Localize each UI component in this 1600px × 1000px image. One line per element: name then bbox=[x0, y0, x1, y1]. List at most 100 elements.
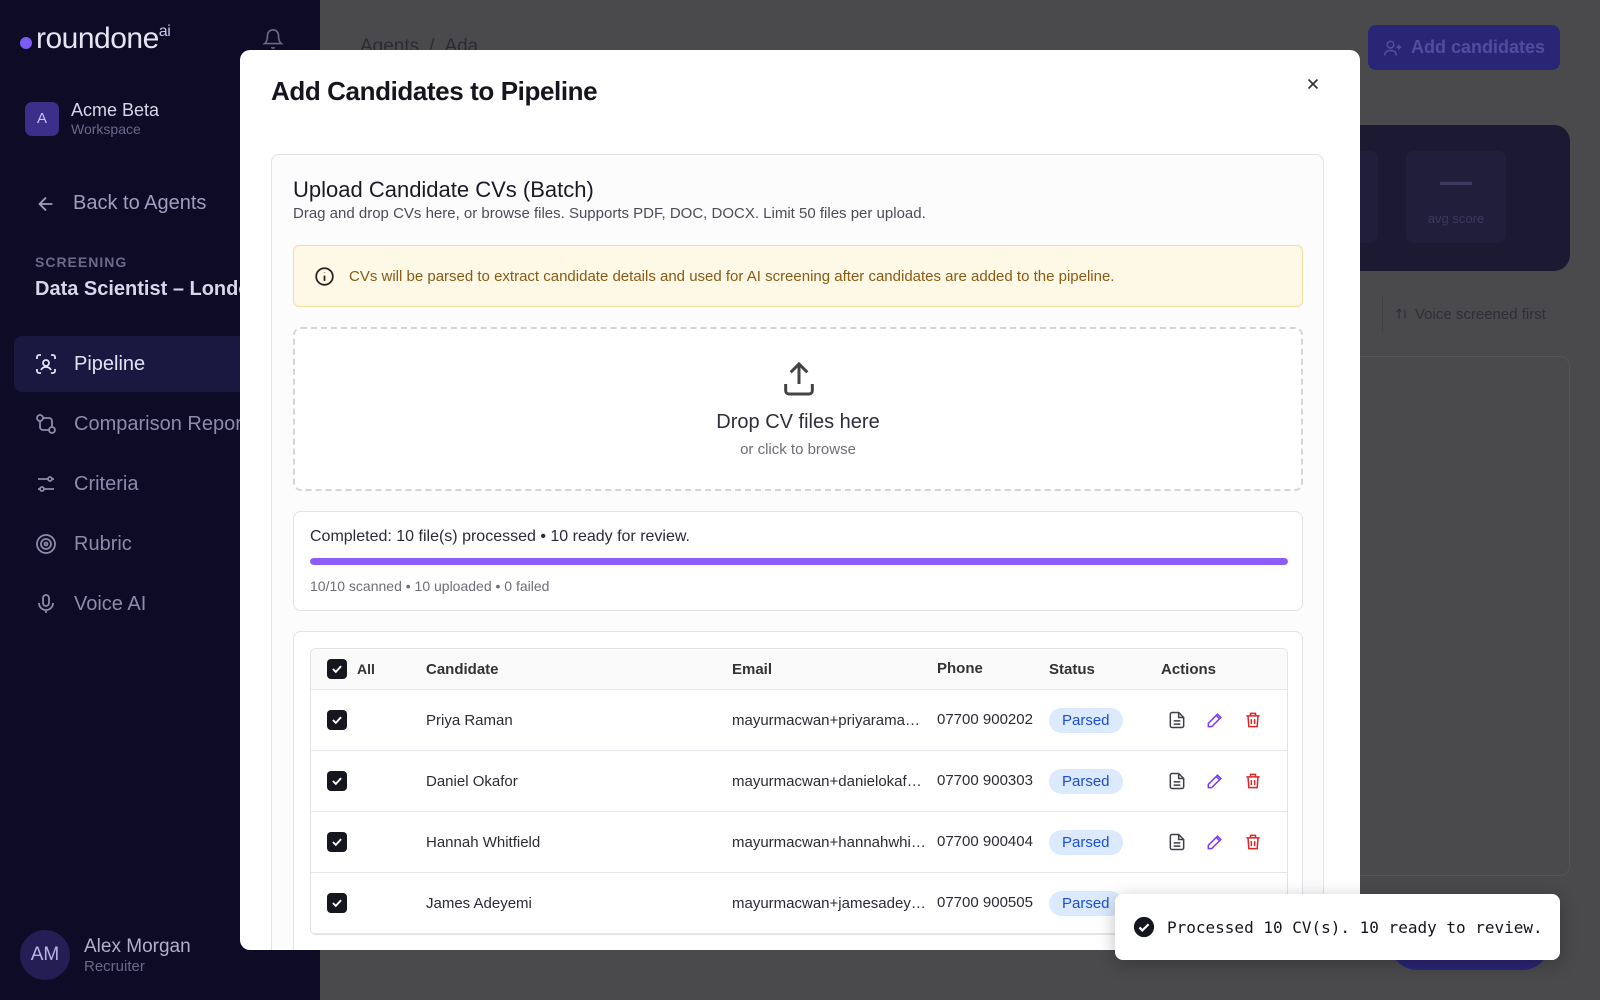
delete-trash-icon[interactable] bbox=[1243, 771, 1263, 791]
add-candidates-label: Add candidates bbox=[1410, 37, 1546, 57]
user-plus-icon bbox=[1383, 40, 1402, 56]
candidate-name: Hannah Whitfield bbox=[426, 833, 541, 851]
status-cell: Parsed bbox=[1049, 707, 1161, 733]
edit-pencil-icon[interactable] bbox=[1205, 710, 1225, 730]
progress-bar-fill bbox=[310, 558, 1288, 565]
microphone-icon bbox=[38, 594, 54, 613]
back-label: Back to Agents bbox=[73, 192, 207, 214]
target-icon bbox=[36, 534, 56, 554]
upload-progress: Completed: 10 file(s) processed • 10 rea… bbox=[293, 511, 1303, 611]
status-badge: Parsed bbox=[1049, 707, 1123, 733]
toast-message: Processed 10 CV(s). 10 ready to review. bbox=[1167, 917, 1543, 937]
select-all-label: All bbox=[357, 661, 375, 677]
user-menu[interactable]: AM Alex Morgan Recruiter bbox=[20, 930, 191, 980]
delete-trash-icon[interactable] bbox=[1243, 710, 1263, 730]
row-checkbox[interactable] bbox=[327, 771, 347, 791]
candidate-name: James Adeyemi bbox=[426, 894, 532, 912]
check-icon bbox=[332, 716, 342, 725]
header-status: Status bbox=[1049, 660, 1095, 678]
table-row: Daniel Okafor mayurmacwan+danielokafor@e… bbox=[311, 751, 1287, 812]
status-cell: Parsed bbox=[1049, 829, 1161, 855]
sidebar-item-label: Criteria bbox=[74, 472, 139, 495]
section-title: Data Scientist – London I bbox=[35, 278, 274, 300]
workspace-name: Acme Beta bbox=[71, 100, 160, 120]
row-select-cell bbox=[311, 832, 426, 852]
view-cv-icon[interactable] bbox=[1167, 832, 1187, 852]
upload-title: Upload Candidate CVs (Batch) bbox=[293, 177, 594, 202]
stat-label: avg score bbox=[1427, 211, 1485, 226]
add-candidates-modal: Add Candidates to Pipeline Upload Candid… bbox=[240, 50, 1360, 950]
upload-panel: Upload Candidate CVs (Batch) Drag and dr… bbox=[271, 154, 1324, 950]
workspace-sub: Workspace bbox=[71, 121, 141, 137]
row-actions bbox=[1161, 710, 1287, 730]
header-actions: Actions bbox=[1161, 660, 1217, 678]
header-email: Email bbox=[732, 660, 773, 678]
sort-dropdown[interactable]: Voice screened first bbox=[1382, 296, 1558, 332]
sort-label: Voice screened first bbox=[1415, 305, 1546, 323]
header-phone: Phone bbox=[937, 660, 983, 677]
logo-dot bbox=[20, 37, 32, 49]
parse-notice: CVs will be parsed to extract candidate … bbox=[293, 245, 1303, 307]
back-to-agents-link[interactable]: Back to Agents bbox=[35, 192, 206, 215]
row-checkbox[interactable] bbox=[327, 832, 347, 852]
candidate-email: mayurmacwan+hannahwhitfield@example.com bbox=[732, 833, 937, 851]
stat-avg-score: — avg score bbox=[1406, 151, 1506, 243]
row-checkbox[interactable] bbox=[327, 893, 347, 913]
delete-trash-icon[interactable] bbox=[1243, 832, 1263, 852]
edit-pencil-icon[interactable] bbox=[1205, 832, 1225, 852]
row-checkbox[interactable] bbox=[327, 710, 347, 730]
view-cv-icon[interactable] bbox=[1167, 771, 1187, 791]
cv-dropzone[interactable]: Drop CV files here or click to browse bbox=[293, 327, 1303, 491]
header-candidate: Candidate bbox=[426, 660, 499, 678]
arrow-left-icon bbox=[38, 196, 53, 211]
workspace-switcher[interactable]: A Acme Beta Workspace bbox=[25, 100, 159, 137]
candidate-phone: 07700 900404 bbox=[937, 833, 1033, 850]
stats-panel: 0 best fit — avg score bbox=[1278, 125, 1570, 271]
dropzone-browse-link[interactable]: or click to browse bbox=[295, 441, 1301, 458]
user-name: Alex Morgan bbox=[84, 935, 191, 957]
roundone-logo[interactable]: round one ai bbox=[20, 22, 171, 56]
select-all-cell: All bbox=[311, 659, 426, 679]
view-cv-icon[interactable] bbox=[1167, 710, 1187, 730]
row-select-cell bbox=[311, 771, 426, 791]
scan-icon bbox=[36, 354, 56, 374]
candidate-phone: 07700 900505 bbox=[937, 894, 1033, 911]
check-icon bbox=[332, 665, 342, 674]
section-tag: SCREENING bbox=[35, 254, 128, 270]
sidebar-item-label: Comparison Report bbox=[74, 412, 248, 435]
notice-text: CVs will be parsed to extract candidate … bbox=[349, 267, 1115, 285]
table-row: Priya Raman mayurmacwan+priyaraman@examp… bbox=[311, 690, 1287, 751]
select-all-checkbox[interactable] bbox=[327, 659, 347, 679]
check-circle-icon bbox=[1133, 916, 1155, 938]
candidate-email: mayurmacwan+danielokafor@example.com bbox=[732, 772, 937, 790]
edit-pencil-icon[interactable] bbox=[1205, 771, 1225, 791]
sidebar-item-label: Rubric bbox=[74, 532, 132, 555]
status-badge: Parsed bbox=[1049, 829, 1123, 855]
candidate-phone: 07700 900303 bbox=[937, 772, 1033, 789]
modal-title: Add Candidates to Pipeline bbox=[271, 76, 598, 106]
pipeline-board bbox=[1340, 356, 1570, 876]
progress-counts: 10/10 scanned • 10 uploaded • 0 failed bbox=[310, 578, 550, 594]
status-badge: Parsed bbox=[1049, 768, 1123, 794]
status-badge: Parsed bbox=[1049, 890, 1123, 916]
info-icon bbox=[315, 266, 334, 286]
candidates-table: All Candidate Email Phone Status Actions… bbox=[310, 648, 1288, 935]
logo-text-b: one bbox=[110, 22, 159, 55]
row-actions bbox=[1161, 771, 1287, 791]
close-icon[interactable] bbox=[1299, 70, 1327, 98]
stat-value: — bbox=[1440, 163, 1472, 199]
compare-icon bbox=[36, 414, 56, 434]
bell-icon[interactable] bbox=[262, 28, 284, 50]
row-select-cell bbox=[311, 710, 426, 730]
user-role: Recruiter bbox=[84, 957, 145, 975]
success-toast: Processed 10 CV(s). 10 ready to review. bbox=[1115, 894, 1560, 960]
candidate-phone: 07700 900202 bbox=[937, 711, 1033, 728]
row-select-cell bbox=[311, 893, 426, 913]
check-icon bbox=[332, 838, 342, 847]
avatar: AM bbox=[20, 930, 70, 980]
workspace-avatar: A bbox=[25, 101, 59, 136]
add-candidates-button[interactable]: Add candidates bbox=[1368, 25, 1560, 70]
candidate-email: mayurmacwan+priyaraman@example.com bbox=[732, 711, 937, 729]
sort-icon bbox=[1396, 308, 1406, 319]
progress-bar bbox=[310, 558, 1288, 565]
